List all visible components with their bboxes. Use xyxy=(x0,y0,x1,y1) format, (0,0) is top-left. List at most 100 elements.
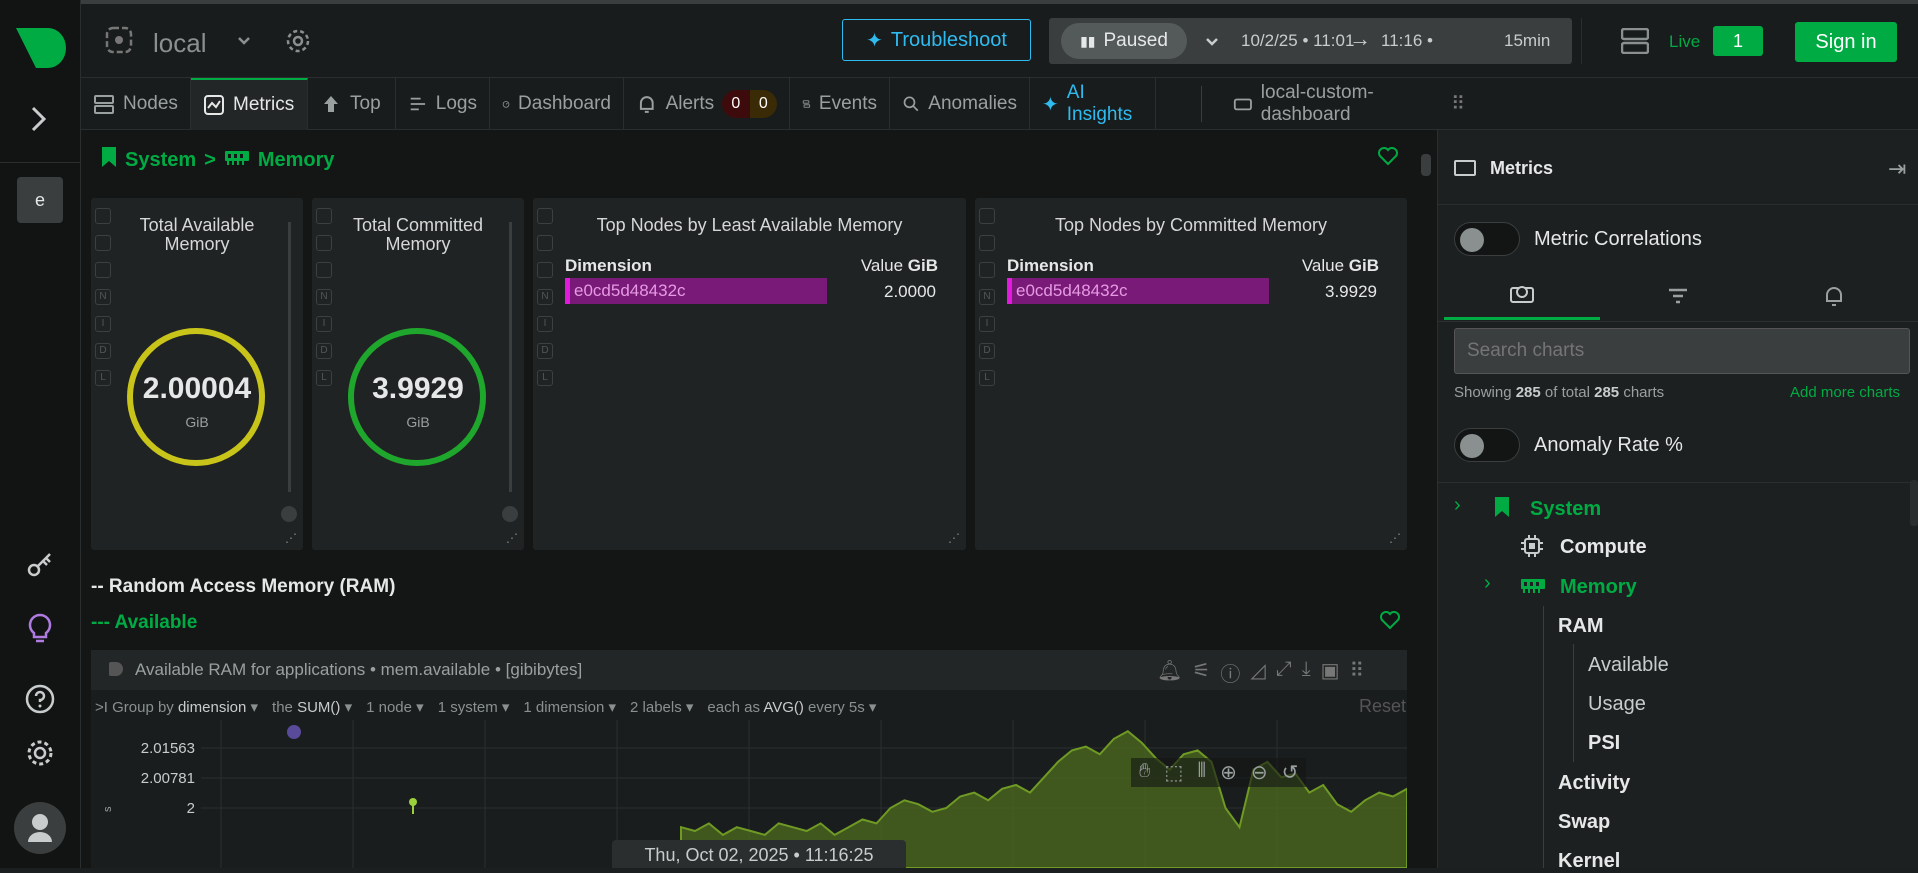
dimension-bar[interactable]: e0cd5d48432c xyxy=(1007,278,1269,304)
download-icon[interactable]: ⤓ xyxy=(1302,658,1311,687)
time-range-end[interactable]: 11:16 • xyxy=(1381,31,1433,51)
tab-nodes[interactable]: Nodes xyxy=(81,78,191,130)
logs-icon xyxy=(410,97,426,111)
tab-alerts[interactable]: Alerts 0 0 xyxy=(624,78,790,130)
sidebar-scrollbar-thumb[interactable] xyxy=(1910,480,1918,526)
card-scrollbar[interactable] xyxy=(288,222,291,492)
server-list-icon[interactable] xyxy=(1620,27,1650,59)
favorite-heart-icon[interactable] xyxy=(1377,146,1399,171)
paused-button[interactable]: ▮▮ Paused xyxy=(1061,23,1187,59)
dimension-bar[interactable]: e0cd5d48432c xyxy=(565,278,827,304)
expand-chevron-icon[interactable] xyxy=(28,104,50,139)
live-count-badge[interactable]: 1 xyxy=(1713,26,1763,56)
metric-correlations-toggle[interactable] xyxy=(1454,222,1520,256)
tree-item-swap[interactable]: Swap xyxy=(1544,811,1610,834)
chevron-down-icon[interactable] xyxy=(237,34,251,52)
integrations-icon[interactable] xyxy=(26,550,54,583)
select-region-icon[interactable]: ⬚ xyxy=(1164,760,1183,785)
help-icon[interactable] xyxy=(25,684,55,719)
tree-cpu-icon xyxy=(1520,534,1544,564)
alerts-critical-badge[interactable]: 0 xyxy=(722,90,750,118)
tab-ai-insights[interactable]: ✦ AI Insights xyxy=(1030,78,1156,130)
settings-gear-icon[interactable] xyxy=(25,738,55,773)
tab-local-custom-dashboard[interactable]: local-custom-dashboard ⠿ xyxy=(1221,78,1477,130)
zoom-out-icon[interactable]: ⊖ xyxy=(1251,760,1268,785)
labels-filter[interactable]: 2 labels ▾ xyxy=(630,698,693,716)
sign-in-button[interactable]: Sign in xyxy=(1795,22,1897,62)
alerts-warning-badge[interactable]: 0 xyxy=(749,90,778,118)
space-avatar[interactable]: e xyxy=(17,177,63,223)
pan-hand-icon[interactable]: ✋︎ xyxy=(1139,760,1150,785)
anomalies-icon xyxy=(903,96,919,112)
chart-zoom-toolbar: ✋︎ ⬚ ⦀ ⊕ ⊖ ↺ xyxy=(1131,758,1307,787)
tab-events[interactable]: Events xyxy=(790,78,890,130)
breadcrumb-system[interactable]: System xyxy=(125,149,196,172)
tree-item-compute[interactable]: Compute xyxy=(1560,536,1647,559)
lightbulb-icon[interactable] xyxy=(25,612,55,649)
aggregation-control[interactable]: the SUM() ▾ xyxy=(272,698,352,716)
info-icon[interactable]: ⓘ xyxy=(1220,658,1240,687)
tree-chevron-system-icon[interactable]: › xyxy=(1454,494,1461,517)
reset-zoom-icon[interactable]: ↺ xyxy=(1282,760,1299,785)
top-icon xyxy=(324,96,338,112)
metrics-sidebar: Metrics ⇥ Metric Correlations Showing 28… xyxy=(1437,130,1918,872)
breadcrumb-memory[interactable]: Memory xyxy=(258,149,335,172)
time-aggregation-control[interactable]: each as AVG() every 5s ▾ xyxy=(707,698,876,716)
gauge-value: 2.00004 xyxy=(142,372,252,405)
reset-button[interactable]: Reset xyxy=(1359,696,1406,717)
paused-dropdown-chevron-icon[interactable] xyxy=(1205,35,1219,53)
sidebar-tab-charts[interactable] xyxy=(1444,274,1600,320)
nodes-filter[interactable]: 1 node ▾ xyxy=(366,698,424,716)
tree-item-psi[interactable]: PSI xyxy=(1574,732,1620,755)
search-charts-input[interactable] xyxy=(1454,328,1910,374)
tree-item-ram[interactable]: RAM xyxy=(1544,615,1604,638)
tree-item-memory[interactable]: Memory xyxy=(1560,576,1637,599)
troubleshoot-button[interactable]: ✦ Troubleshoot xyxy=(842,19,1031,61)
tree-item-usage[interactable]: Usage xyxy=(1574,693,1646,716)
tree-chevron-memory-icon[interactable]: › xyxy=(1484,572,1491,595)
sidebar-title: Metrics xyxy=(1490,158,1554,178)
tab-dashboard[interactable]: Dashboard xyxy=(490,78,624,130)
tree-item-system[interactable]: System xyxy=(1530,498,1601,521)
group-by-control[interactable]: >I Group by dimension ▾ xyxy=(95,698,258,716)
tree-item-kernel[interactable]: Kernel xyxy=(1544,850,1620,873)
resize-handle-icon[interactable]: ⋰ xyxy=(1389,532,1401,544)
time-range-start[interactable]: 10/2/25 • 11:01 xyxy=(1241,31,1354,51)
tab-logs[interactable]: Logs xyxy=(396,78,490,130)
breadcrumb-separator: > xyxy=(204,148,216,171)
resize-handle-icon[interactable]: ⋰ xyxy=(948,532,960,544)
drag-handle-icon[interactable]: ⠿ xyxy=(1349,658,1364,687)
space-settings-gear-icon[interactable] xyxy=(285,28,311,59)
systems-filter[interactable]: 1 system ▾ xyxy=(438,698,510,716)
save-icon[interactable]: ▣ xyxy=(1321,658,1340,687)
resize-handle-icon[interactable]: ⋰ xyxy=(506,532,518,544)
highlight-icon[interactable]: ⦀ xyxy=(1197,760,1206,785)
anomaly-rate-toggle[interactable] xyxy=(1454,428,1520,462)
netdata-logo-icon[interactable] xyxy=(14,26,66,75)
tab-anomalies[interactable]: Anomalies xyxy=(890,78,1030,130)
add-more-charts-link[interactable]: Add more charts xyxy=(1790,384,1900,401)
user-avatar-icon[interactable] xyxy=(14,802,66,854)
space-name[interactable]: local xyxy=(153,28,206,59)
gauge-unit: GiB xyxy=(185,414,209,430)
dimensions-filter[interactable]: 1 dimension ▾ xyxy=(523,698,616,716)
collapse-sidebar-icon[interactable]: ⇥ xyxy=(1888,156,1906,182)
drag-handle-icon[interactable]: ⠿ xyxy=(1451,93,1465,116)
settings-sliders-icon[interactable]: ⚟ xyxy=(1192,658,1210,687)
favorite-heart-icon[interactable] xyxy=(1379,610,1401,635)
card-scrollbar[interactable] xyxy=(509,222,512,492)
zoom-in-icon[interactable]: ⊕ xyxy=(1220,760,1237,785)
tab-metrics[interactable]: Metrics xyxy=(191,78,308,130)
fullscreen-icon[interactable]: ⤢ xyxy=(1276,658,1292,687)
space-selector-icon[interactable] xyxy=(105,26,133,59)
resize-handle-icon[interactable]: ⋰ xyxy=(285,532,297,544)
tree-item-available[interactable]: Available xyxy=(1574,654,1669,677)
duration[interactable]: 15min xyxy=(1504,31,1550,51)
sidebar-tab-alerts[interactable] xyxy=(1756,274,1912,320)
tab-top[interactable]: Top xyxy=(308,78,396,130)
chart-type-icon[interactable]: ◿ xyxy=(1250,658,1265,687)
tree-item-activity[interactable]: Activity xyxy=(1544,772,1630,795)
alert-bell-icon[interactable]: 🔔︎ xyxy=(1157,658,1182,687)
main-scrollbar-thumb[interactable] xyxy=(1421,154,1431,176)
sidebar-tab-filters[interactable] xyxy=(1600,274,1756,320)
